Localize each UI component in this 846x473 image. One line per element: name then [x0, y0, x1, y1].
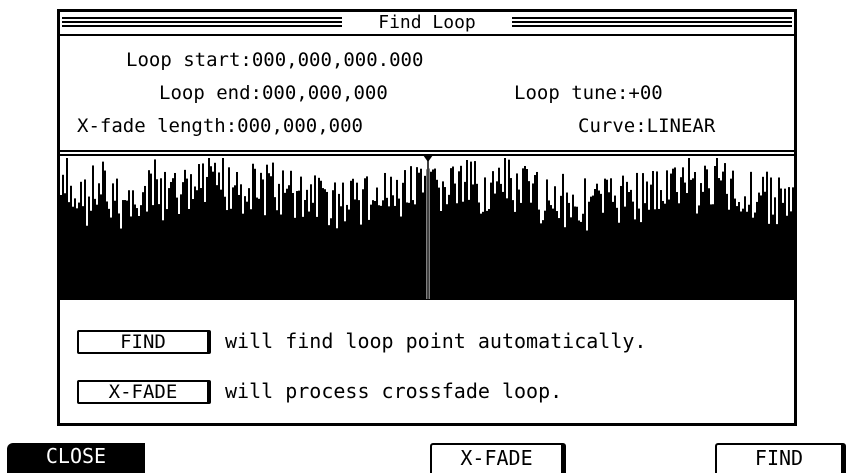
title-stripes-left: [62, 17, 342, 28]
close-softkey[interactable]: CLOSE: [7, 443, 145, 473]
dialog-titlebar: Find Loop: [60, 12, 794, 36]
waveform-svg: [60, 150, 794, 300]
xfade-length-field[interactable]: X-fade length:000,000,000: [77, 115, 363, 137]
find-loop-dialog: Find Loop Loop start:000,000,000.000 Loo…: [57, 9, 797, 426]
waveform-display[interactable]: [60, 150, 794, 301]
loop-cursor-marker[interactable]: [423, 155, 433, 162]
find-hint-text: will find loop point automatically.: [225, 329, 647, 353]
title-stripes-right: [512, 17, 792, 28]
loop-start-field[interactable]: Loop start:000,000,000.000: [126, 49, 423, 71]
xfade-softkey[interactable]: X-FADE: [430, 443, 566, 473]
curve-field[interactable]: Curve:LINEAR: [578, 115, 715, 137]
dialog-title: Find Loop: [372, 13, 482, 33]
loop-end-field[interactable]: Loop end:000,000,000: [159, 82, 388, 104]
loop-tune-field[interactable]: Loop tune:+00: [514, 82, 663, 104]
xfade-hint-button: X-FADE: [77, 380, 211, 404]
find-softkey[interactable]: FIND: [715, 443, 846, 473]
find-hint-button: FIND: [77, 330, 211, 354]
xfade-hint-text: will process crossfade loop.: [225, 379, 563, 403]
